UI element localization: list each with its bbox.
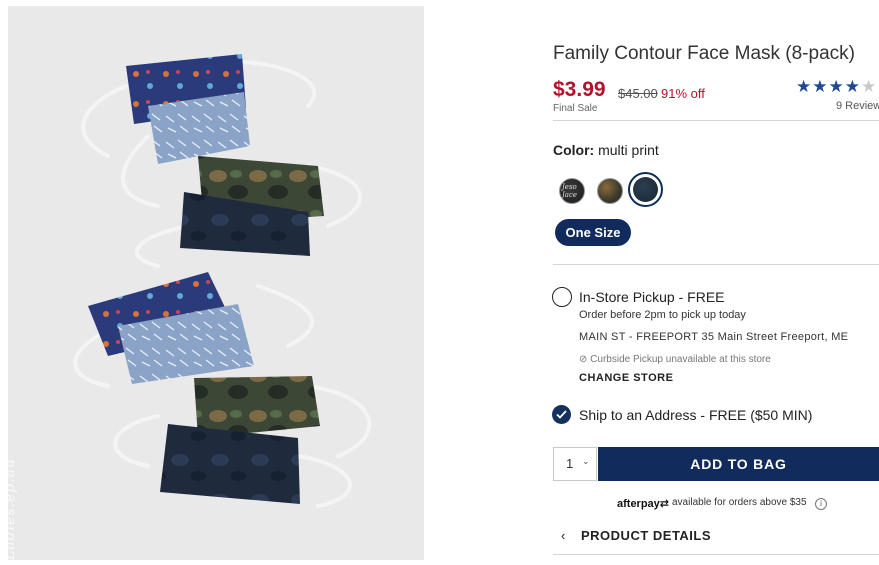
reviews-link[interactable]: 9 Review	[836, 100, 879, 112]
color-swatch-navy[interactable]	[633, 177, 658, 202]
afterpay-arrows-icon: ⇄	[659, 498, 670, 510]
discount-percent: 91% off	[661, 86, 705, 101]
pickup-option-label[interactable]: In-Store Pickup - FREE	[579, 289, 725, 305]
pickup-radio[interactable]	[552, 287, 572, 307]
chevron-left-icon: ‹	[561, 528, 566, 543]
quantity-select[interactable]	[553, 447, 597, 481]
rating-stars[interactable]: ★★★★★	[796, 77, 877, 97]
afterpay-text: available for orders above $35	[672, 497, 807, 508]
mask-pack-illustration	[73, 54, 372, 508]
product-details-toggle[interactable]: PRODUCT DETAILS	[581, 528, 711, 543]
afterpay-logo-text: afterpay	[617, 498, 660, 510]
divider	[553, 554, 879, 555]
swatch-print-text: Jeso Jace	[562, 183, 578, 199]
original-price: $45.00	[618, 86, 658, 101]
divider	[553, 264, 879, 265]
color-swatch-camo[interactable]	[597, 178, 623, 204]
product-title: Family Contour Face Mask (8-pack)	[553, 43, 855, 64]
add-to-bag-button[interactable]: ADD TO BAG	[598, 447, 879, 481]
checkmark-icon	[556, 410, 567, 419]
ship-option-label[interactable]: Ship to an Address - FREE ($50 MIN)	[579, 407, 812, 423]
color-swatch-print[interactable]: Jeso Jace	[559, 178, 585, 204]
final-sale-label: Final Sale	[553, 103, 598, 114]
afterpay-logo: afterpay⇄	[617, 497, 669, 510]
color-value: multi print	[598, 142, 659, 158]
star-icon-filled: ★★★★	[796, 77, 861, 96]
curbside-text: Curbside Pickup unavailable at this stor…	[590, 354, 771, 365]
product-image[interactable]	[8, 6, 424, 560]
store-address: MAIN ST - FREEPORT 35 Main Street Freepo…	[579, 331, 849, 343]
star-icon-empty: ★	[860, 77, 878, 96]
pickup-subtitle: Order before 2pm to pick up today	[579, 309, 746, 321]
change-store-link[interactable]: CHANGE STORE	[579, 372, 673, 384]
color-label-title: Color:	[553, 142, 595, 158]
chevron-down-icon: ⌄	[582, 456, 590, 466]
info-icon[interactable]: i	[815, 498, 827, 510]
color-label: Color: multi print	[553, 142, 659, 158]
quantity-value: 1	[566, 456, 574, 471]
unavailable-icon: ⊘	[579, 354, 588, 365]
divider	[553, 120, 879, 121]
watermark-text: Ladies.ep.au	[2, 457, 18, 560]
sale-price: $3.99	[553, 78, 606, 101]
size-option-one-size[interactable]: One Size	[555, 219, 631, 246]
ship-radio-checked[interactable]	[552, 405, 571, 424]
curbside-note: ⊘ Curbside Pickup unavailable at this st…	[579, 354, 771, 365]
